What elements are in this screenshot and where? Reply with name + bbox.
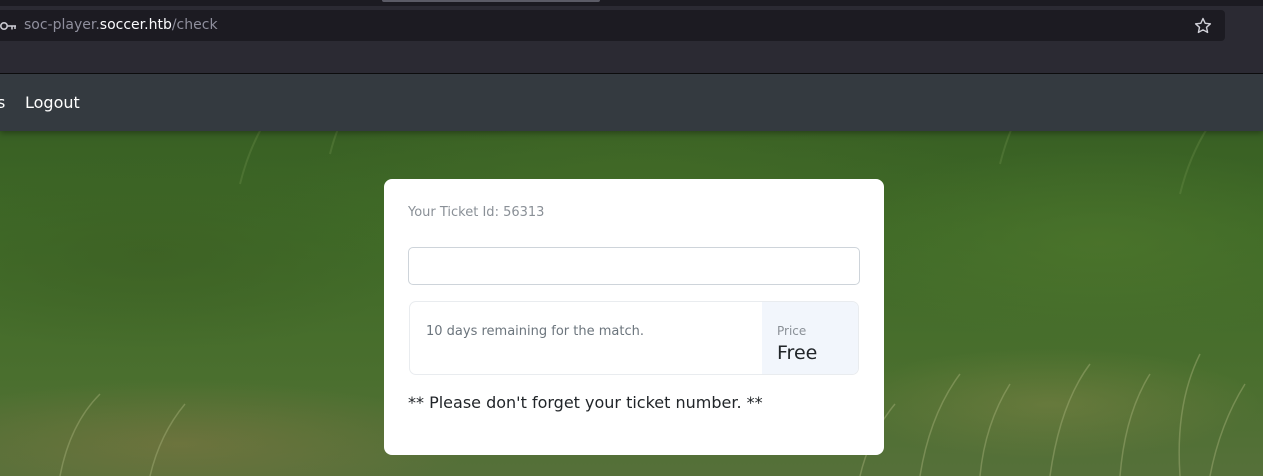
page-viewport: s Logout Your Ticket Id: 56313 10 days r… (0, 74, 1263, 476)
ticket-input[interactable] (408, 247, 860, 285)
key-icon[interactable] (0, 18, 16, 32)
nav-link-partial[interactable]: s (0, 93, 5, 113)
url-subdomain: soc-player. (24, 17, 100, 33)
url-domain: soccer.htb (99, 17, 172, 33)
star-icon[interactable] (1193, 16, 1213, 36)
ticket-card: Your Ticket Id: 56313 10 days remaining … (384, 179, 884, 455)
url-text[interactable]: soc-player.soccer.htb/check (24, 17, 218, 34)
url-path: /check (171, 17, 218, 33)
ticket-reminder-text: ** Please don't forget your ticket numbe… (408, 393, 763, 412)
ticket-id-text: Your Ticket Id: 56313 (408, 205, 545, 220)
match-info-box: 10 days remaining for the match. Price F… (409, 301, 859, 375)
active-tab-edge[interactable] (382, 0, 600, 2)
address-bar[interactable]: soc-player.soccer.htb/check (0, 10, 1225, 41)
browser-toolbar: soc-player.soccer.htb/check (0, 6, 1263, 50)
price-box: Price Free (762, 302, 858, 374)
site-navbar: s Logout (0, 74, 1263, 131)
logout-link[interactable]: Logout (25, 93, 80, 113)
days-remaining-text: 10 days remaining for the match. (426, 324, 644, 339)
browser-toolbar-bottom (0, 50, 1263, 74)
price-label: Price (777, 324, 807, 338)
price-value: Free (777, 342, 818, 364)
